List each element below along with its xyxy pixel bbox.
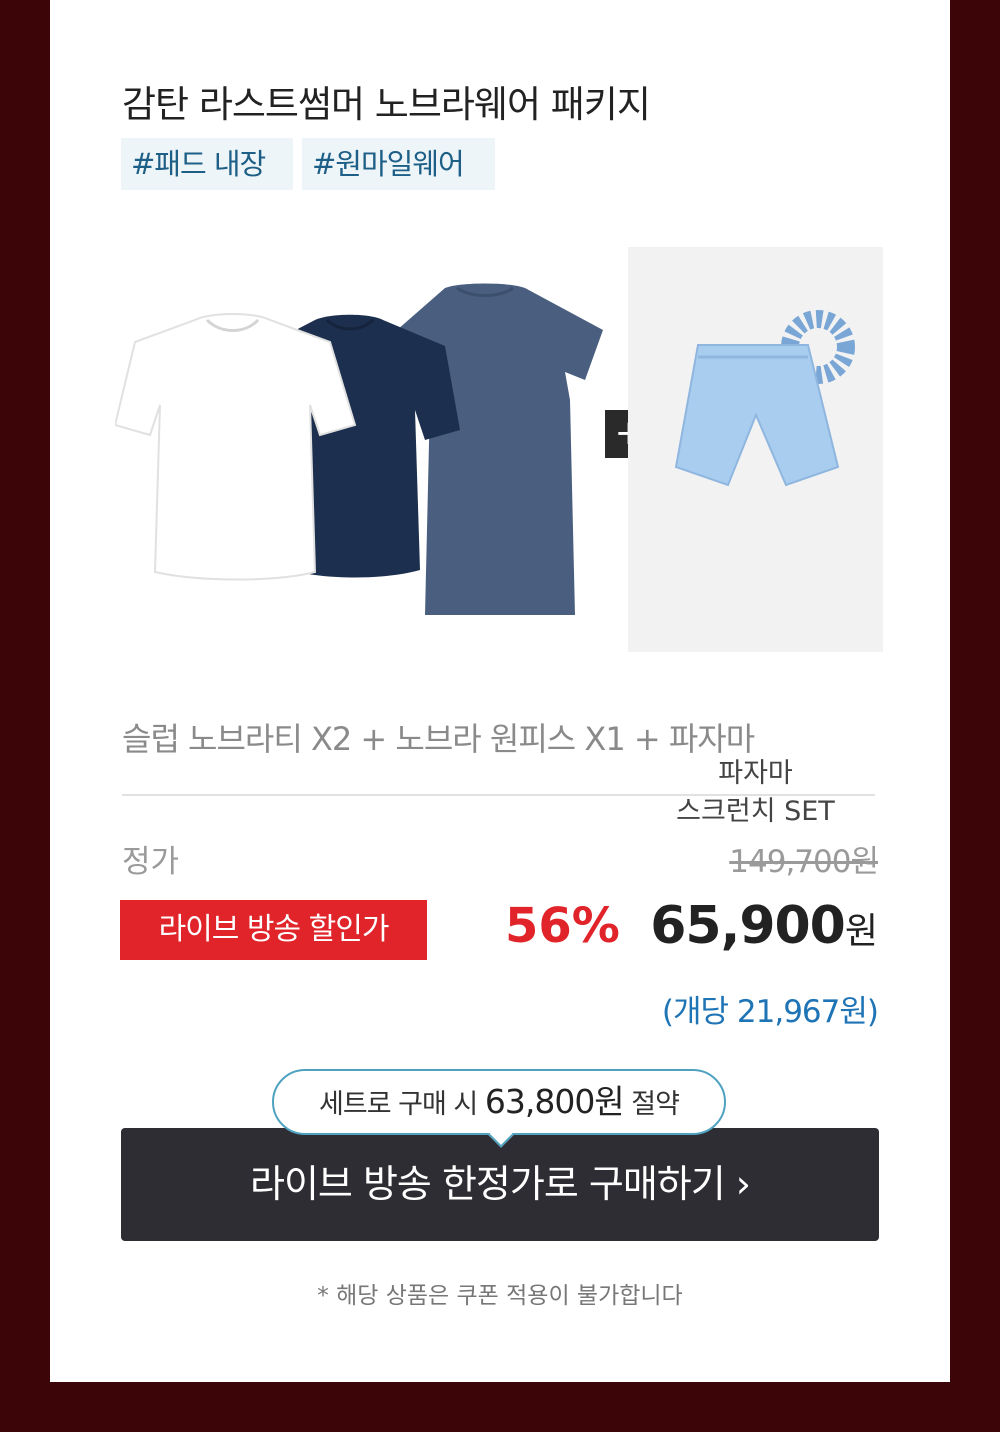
live-discount-badge: 라이브 방송 할인가 bbox=[120, 900, 427, 960]
bonus-label-line1: 파자마 bbox=[718, 758, 793, 789]
page-title: 감탄 라스트썸머 노브라웨어 패키지 bbox=[122, 83, 651, 126]
discount-rate: 56% bbox=[505, 898, 620, 954]
sale-price-currency: 원 bbox=[844, 911, 878, 952]
divider bbox=[122, 794, 875, 796]
pajama-shorts-icon bbox=[674, 344, 840, 487]
savings-amount: 63,800원 bbox=[484, 1082, 625, 1121]
savings-prefix: 세트로 구매 시 bbox=[319, 1089, 478, 1120]
coupon-notice: * 해당 상품은 쿠폰 적용이 불가합니다 bbox=[317, 1283, 683, 1309]
dress-image bbox=[397, 283, 603, 615]
bonus-label: 파자마 스크런치 SET bbox=[628, 755, 883, 831]
bonus-pajama-box: 파자마 스크런치 SET bbox=[628, 247, 883, 827]
product-garments-image bbox=[115, 283, 603, 615]
product-card: 감탄 라스트썸머 노브라웨어 패키지 #패드 내장 #원마일웨어 + bbox=[50, 0, 950, 1382]
tag-pad[interactable]: #패드 내장 bbox=[121, 138, 293, 190]
sale-price-value: 65,900 bbox=[650, 896, 846, 956]
savings-suffix: 절약 bbox=[631, 1089, 680, 1120]
per-unit-price: (개당 21,967원) bbox=[661, 994, 879, 1030]
original-price-label: 정가 bbox=[122, 844, 180, 880]
original-price: 149,700원 bbox=[729, 844, 879, 880]
tag-onemile[interactable]: #원마일웨어 bbox=[302, 138, 495, 190]
sale-price: 65,900원 bbox=[650, 896, 878, 956]
bonus-label-line2: 스크런치 SET bbox=[676, 796, 835, 827]
pajama-scrunchie-image bbox=[674, 310, 855, 487]
package-composition: 슬럽 노브라티 X2 + 노브라 원피스 X1 + 파자마 bbox=[122, 720, 755, 758]
